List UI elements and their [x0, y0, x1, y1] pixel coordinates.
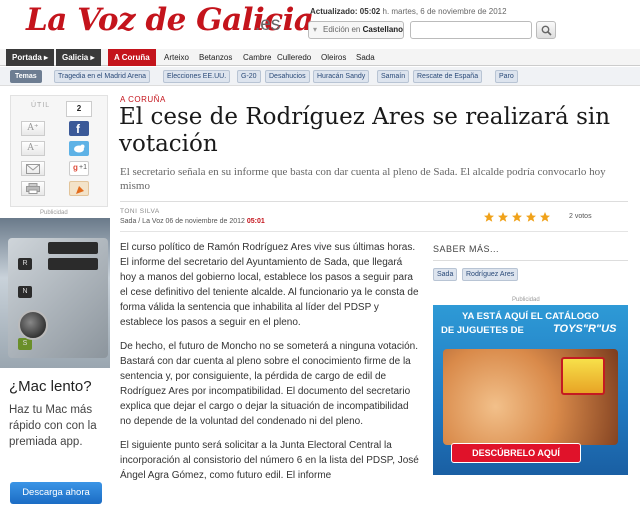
- topic-tag[interactable]: Desahucios: [265, 70, 310, 83]
- ad-headline: ¿Mac lento?: [9, 378, 92, 395]
- updated-time: 05:02: [359, 7, 381, 16]
- facebook-share-button[interactable]: f: [69, 121, 89, 136]
- google-plus-label: +1: [79, 164, 87, 171]
- catalog-box-image: [561, 357, 605, 395]
- search-button[interactable]: [536, 21, 556, 39]
- svg-text:f: f: [76, 122, 81, 136]
- children-photo: [443, 349, 618, 445]
- article-headline: El cese de Rodríguez Ares se realizará s…: [119, 104, 611, 157]
- toys-logo: TOYS"R"US: [553, 323, 617, 335]
- updated-label: Actualizado:: [310, 7, 358, 16]
- nav-item-galicia[interactable]: Galicia ▸: [56, 49, 101, 66]
- star-icon[interactable]: [511, 211, 523, 223]
- updated-date: h. martes, 6 de noviembre de 2012: [382, 7, 507, 16]
- print-button[interactable]: [21, 181, 45, 196]
- ad-headline: YA ESTÁ AQUÍ EL CATÁLOGO: [462, 311, 599, 322]
- ad-label: Publicidad: [512, 297, 540, 303]
- updated-timestamp: Actualizado: 05:02 h. martes, 6 de novie…: [310, 7, 507, 16]
- laptop-image: R N S: [0, 218, 110, 368]
- search-icon: [541, 25, 552, 36]
- font-decrease-button[interactable]: A⁻: [21, 141, 45, 156]
- toys-catalog-ad[interactable]: YA ESTÁ AQUÍ EL CATÁLOGO DE JUGUETES DE …: [433, 305, 628, 475]
- edition-select[interactable]: ▾ Edición en Castellano: [308, 21, 404, 39]
- article-dateline: Sada / La Voz 06 de noviembre de 2012 05…: [120, 218, 265, 225]
- topic-tag[interactable]: Huracán Sandy: [313, 70, 370, 83]
- twitter-bird-icon: [74, 144, 85, 153]
- nav-label: Galicia: [62, 53, 89, 62]
- mac-cleaner-ad[interactable]: R N S ¿Mac lento? Haz tu Mac más rápido …: [0, 218, 110, 518]
- rating-stars[interactable]: [483, 210, 553, 224]
- ad-subheadline: DE JUGUETES DE: [441, 325, 524, 336]
- key-r: R: [18, 258, 32, 270]
- search-input[interactable]: [410, 21, 532, 39]
- related-tag-rodriguez-ares[interactable]: Rodríguez Ares: [462, 268, 519, 281]
- topic-tag[interactable]: Paro: [495, 70, 518, 83]
- meneame-share-button[interactable]: [69, 181, 89, 196]
- meneame-icon: [76, 186, 84, 194]
- nav-item-oleiros[interactable]: Oleiros: [321, 49, 346, 66]
- article-tools: ÚTIL 2 A⁺ A⁻ f g +1: [10, 95, 108, 207]
- star-icon[interactable]: [483, 211, 495, 223]
- chevron-down-icon: ▾: [313, 25, 318, 34]
- topics-bar: Temas Tragedia en el Madrid Arena Elecci…: [0, 67, 640, 86]
- topics-label: Temas: [10, 70, 42, 83]
- site-logo-suffix[interactable]: .es: [255, 14, 280, 36]
- edition-prefix: Edición en: [323, 25, 361, 34]
- article-paragraph: El curso político de Ramón Rodríguez Are…: [120, 242, 419, 328]
- topic-tag[interactable]: Tragedia en el Madrid Arena: [54, 70, 151, 83]
- article-body: El curso político de Ramón Rodríguez Are…: [120, 240, 420, 492]
- rating-votes: 2 votos: [569, 213, 592, 220]
- divider: [120, 201, 628, 202]
- nav-item-sada[interactable]: Sada: [356, 49, 375, 66]
- star-icon[interactable]: [497, 211, 509, 223]
- key-n: N: [18, 286, 32, 298]
- related-heading: SABER MÁS...: [433, 244, 628, 261]
- keyboard-image: R N S: [8, 238, 108, 358]
- speed-knob-icon: [18, 310, 48, 340]
- dateline-time: 05:01: [246, 218, 265, 225]
- nav-item-culleredo[interactable]: Culleredo: [277, 49, 311, 66]
- article-paragraph: El siguiente punto será solicitar a la J…: [120, 440, 419, 481]
- email-button[interactable]: [21, 161, 45, 176]
- share-count: 2: [66, 101, 92, 117]
- edition-value: Castellano: [362, 25, 404, 34]
- article-paragraph: De hecho, el futuro de Moncho no se some…: [120, 341, 418, 427]
- star-icon[interactable]: [525, 211, 537, 223]
- nav-label: A Coruña: [114, 53, 150, 62]
- article-author: TONI SILVA: [120, 208, 160, 215]
- nav-item-cambre[interactable]: Cambre: [243, 49, 271, 66]
- star-icon[interactable]: [539, 211, 551, 223]
- envelope-icon: [26, 164, 40, 174]
- discover-here-button[interactable]: DESCÚBRELO AQUÍ: [451, 443, 581, 463]
- ad-body-text: Haz tu Mac más rápido con con la premiad…: [9, 404, 97, 448]
- section-label[interactable]: A CORUÑA: [120, 95, 166, 104]
- tools-label: ÚTIL: [31, 102, 51, 109]
- google-plus-button[interactable]: g +1: [69, 161, 89, 176]
- nav-item-arteixo[interactable]: Arteixo: [164, 49, 189, 66]
- printer-icon: [26, 183, 40, 194]
- topic-tag[interactable]: Rescate de España: [413, 70, 483, 83]
- nav-label: Portada: [12, 53, 42, 62]
- ad-label: Publicidad: [40, 210, 68, 216]
- download-now-button[interactable]: Descarga ahora: [10, 482, 102, 504]
- related-tag-sada[interactable]: Sada: [433, 268, 458, 281]
- main-nav: Portada ▸ Galicia ▸ A Coruña Arteixo Bet…: [0, 49, 640, 66]
- nav-item-portada[interactable]: Portada ▸: [6, 49, 55, 66]
- article-subheadline: El secretario señala en su informe que b…: [120, 166, 606, 192]
- facebook-icon: f: [76, 122, 81, 136]
- topic-tag[interactable]: Samaín: [377, 70, 410, 83]
- nav-item-betanzos[interactable]: Betanzos: [199, 49, 232, 66]
- twitter-share-button[interactable]: [69, 141, 89, 156]
- topic-tag[interactable]: G-20: [237, 70, 261, 83]
- keyboard-row: [48, 258, 98, 270]
- topic-tag[interactable]: Elecciones EE.UU.: [163, 70, 231, 83]
- google-plus-icon: g: [73, 163, 78, 172]
- divider: [120, 231, 628, 232]
- font-increase-button[interactable]: A⁺: [21, 121, 45, 136]
- site-header: La Voz de Galicia .es Actualizado: 05:02…: [0, 0, 640, 48]
- keyboard-row: [48, 242, 98, 254]
- dateline-text: Sada / La Voz 06 de noviembre de 2012: [120, 218, 245, 225]
- nav-item-a-coruna[interactable]: A Coruña: [108, 49, 156, 66]
